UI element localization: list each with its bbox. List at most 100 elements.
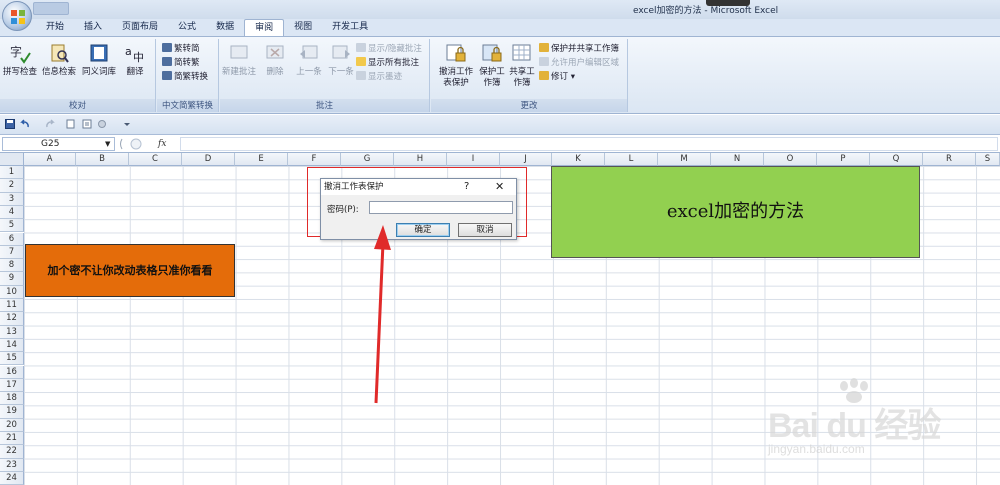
show-hide-comment-button[interactable]: 显示/隐藏批注 xyxy=(356,43,422,55)
row-header[interactable]: 11 xyxy=(0,299,24,313)
protect-share-workbook-button[interactable]: 保护并共享工作簿 xyxy=(539,43,619,55)
row-header[interactable]: 18 xyxy=(0,392,24,406)
row-header[interactable]: 2 xyxy=(0,179,24,193)
row-header[interactable]: 19 xyxy=(0,405,24,419)
formula-bar: G25 ▼ fx xyxy=(0,136,1000,153)
row-header[interactable]: 9 xyxy=(0,272,24,286)
row-header[interactable]: 16 xyxy=(0,365,24,379)
column-header[interactable]: F xyxy=(288,153,341,166)
delete-comment-button[interactable]: 删除 xyxy=(258,42,292,78)
column-header[interactable]: R xyxy=(923,153,976,166)
row-header[interactable]: 22 xyxy=(0,445,24,459)
translate-label: 翻译 xyxy=(126,67,144,77)
quick-access-mini[interactable] xyxy=(33,2,69,15)
tab-developer[interactable]: 开发工具 xyxy=(322,19,378,36)
column-header[interactable]: H xyxy=(394,153,447,166)
group-changes: 撤消工作表保护 保护工作簿 共享工作簿 保护并共享工作簿 允许用户编辑区域 修订… xyxy=(431,39,628,112)
customize-icon[interactable] xyxy=(97,119,107,129)
tab-review[interactable]: 审阅 xyxy=(244,19,285,37)
formula-cancel-enter-icon xyxy=(120,138,142,150)
research-button[interactable]: 信息检索 xyxy=(42,42,76,78)
column-header[interactable]: D xyxy=(182,153,235,166)
orange-text-shape[interactable]: 加个密不让你改动表格只准你看看 xyxy=(25,244,235,297)
column-header[interactable]: J xyxy=(500,153,552,166)
unprotect-sheet-button[interactable]: 撤消工作表保护 xyxy=(435,42,477,89)
column-header[interactable]: G xyxy=(341,153,394,166)
thesaurus-button[interactable]: 同义词库 xyxy=(82,42,116,78)
row-header[interactable]: 21 xyxy=(0,432,24,446)
name-box[interactable]: G25 xyxy=(2,137,115,151)
row-header[interactable]: 5 xyxy=(0,219,24,233)
row-header[interactable]: 23 xyxy=(0,458,24,472)
column-header[interactable]: C xyxy=(129,153,182,166)
password-input[interactable] xyxy=(369,201,513,214)
name-box-dropdown-icon[interactable]: ▼ xyxy=(105,140,110,148)
row-header[interactable]: 13 xyxy=(0,325,24,339)
row-header[interactable]: 3 xyxy=(0,192,24,206)
row-header[interactable]: 8 xyxy=(0,259,24,273)
help-icon[interactable]: ? xyxy=(464,179,469,195)
column-header[interactable]: K xyxy=(552,153,605,166)
chinese-convert-button[interactable]: 简繁转换 xyxy=(162,71,208,83)
column-header[interactable]: B xyxy=(76,153,129,166)
row-header[interactable]: 17 xyxy=(0,378,24,393)
select-all-corner[interactable] xyxy=(0,153,24,166)
column-header[interactable]: E xyxy=(235,153,288,166)
column-header[interactable]: S xyxy=(976,153,1000,166)
column-header[interactable]: A xyxy=(24,153,76,166)
tab-data[interactable]: 数据 xyxy=(206,19,244,36)
allow-edit-ranges-button[interactable]: 允许用户编辑区域 xyxy=(539,57,619,69)
allow-edit-ranges-icon xyxy=(539,57,549,66)
save-icon[interactable] xyxy=(5,119,15,129)
tab-insert[interactable]: 插入 xyxy=(74,19,112,36)
column-header[interactable]: P xyxy=(817,153,870,166)
print-preview-icon[interactable] xyxy=(66,119,76,129)
share-workbook-label: 共享工作簿 xyxy=(509,67,535,88)
column-header[interactable]: O xyxy=(764,153,817,166)
green-title-shape[interactable]: excel加密的方法 xyxy=(551,166,920,258)
spell-check-button[interactable]: 字 拼写检查 xyxy=(3,42,37,78)
column-header[interactable]: N xyxy=(711,153,764,166)
new-comment-button[interactable]: 新建批注 xyxy=(222,42,256,78)
simp-to-trad-button[interactable]: 简转繁 xyxy=(162,57,200,69)
column-header[interactable]: Q xyxy=(870,153,923,166)
formula-input[interactable] xyxy=(180,137,998,151)
tab-home[interactable]: 开始 xyxy=(36,19,74,36)
show-all-comments-button[interactable]: 显示所有批注 xyxy=(356,57,419,69)
undo-icon[interactable] xyxy=(20,119,30,129)
tab-view[interactable]: 视图 xyxy=(284,19,322,36)
row-header[interactable]: 15 xyxy=(0,352,24,366)
tab-page-layout[interactable]: 页面布局 xyxy=(112,19,168,36)
form-icon[interactable] xyxy=(82,119,92,129)
group-label-changes: 更改 xyxy=(431,99,627,112)
protect-workbook-button[interactable]: 保护工作簿 xyxy=(477,42,507,89)
row-header[interactable]: 6 xyxy=(0,232,24,246)
row-header[interactable]: 20 xyxy=(0,418,24,432)
track-changes-button[interactable]: 修订 ▾ xyxy=(539,71,575,83)
row-header[interactable]: 14 xyxy=(0,338,24,353)
insert-function-icon[interactable]: fx xyxy=(158,137,166,151)
ok-button[interactable]: 确定 xyxy=(396,223,450,237)
redo-icon[interactable] xyxy=(45,119,55,129)
next-comment-button[interactable]: 下一条 xyxy=(324,42,358,78)
trad-to-simp-button[interactable]: 繁转简 xyxy=(162,43,200,55)
office-button[interactable] xyxy=(2,1,32,31)
previous-comment-button[interactable]: 上一条 xyxy=(292,42,326,78)
show-ink-button[interactable]: 显示墨迹 xyxy=(356,71,402,83)
share-workbook-button[interactable]: 共享工作簿 xyxy=(507,42,537,89)
column-header[interactable]: L xyxy=(605,153,658,166)
row-header[interactable]: 12 xyxy=(0,312,24,326)
row-header[interactable]: 1 xyxy=(0,166,24,180)
tab-formulas[interactable]: 公式 xyxy=(168,19,206,36)
row-header[interactable]: 7 xyxy=(0,245,24,260)
translate-button[interactable]: a中 翻译 xyxy=(118,42,152,78)
close-icon[interactable]: ✕ xyxy=(495,179,504,195)
row-header[interactable]: 24 xyxy=(0,471,24,485)
column-header[interactable]: I xyxy=(447,153,500,166)
protect-workbook-label: 保护工作簿 xyxy=(479,67,505,88)
qat-dropdown-icon[interactable] xyxy=(122,119,132,129)
row-header[interactable]: 10 xyxy=(0,285,24,299)
cancel-button[interactable]: 取消 xyxy=(458,223,512,237)
column-header[interactable]: M xyxy=(658,153,711,166)
row-header[interactable]: 4 xyxy=(0,205,24,220)
